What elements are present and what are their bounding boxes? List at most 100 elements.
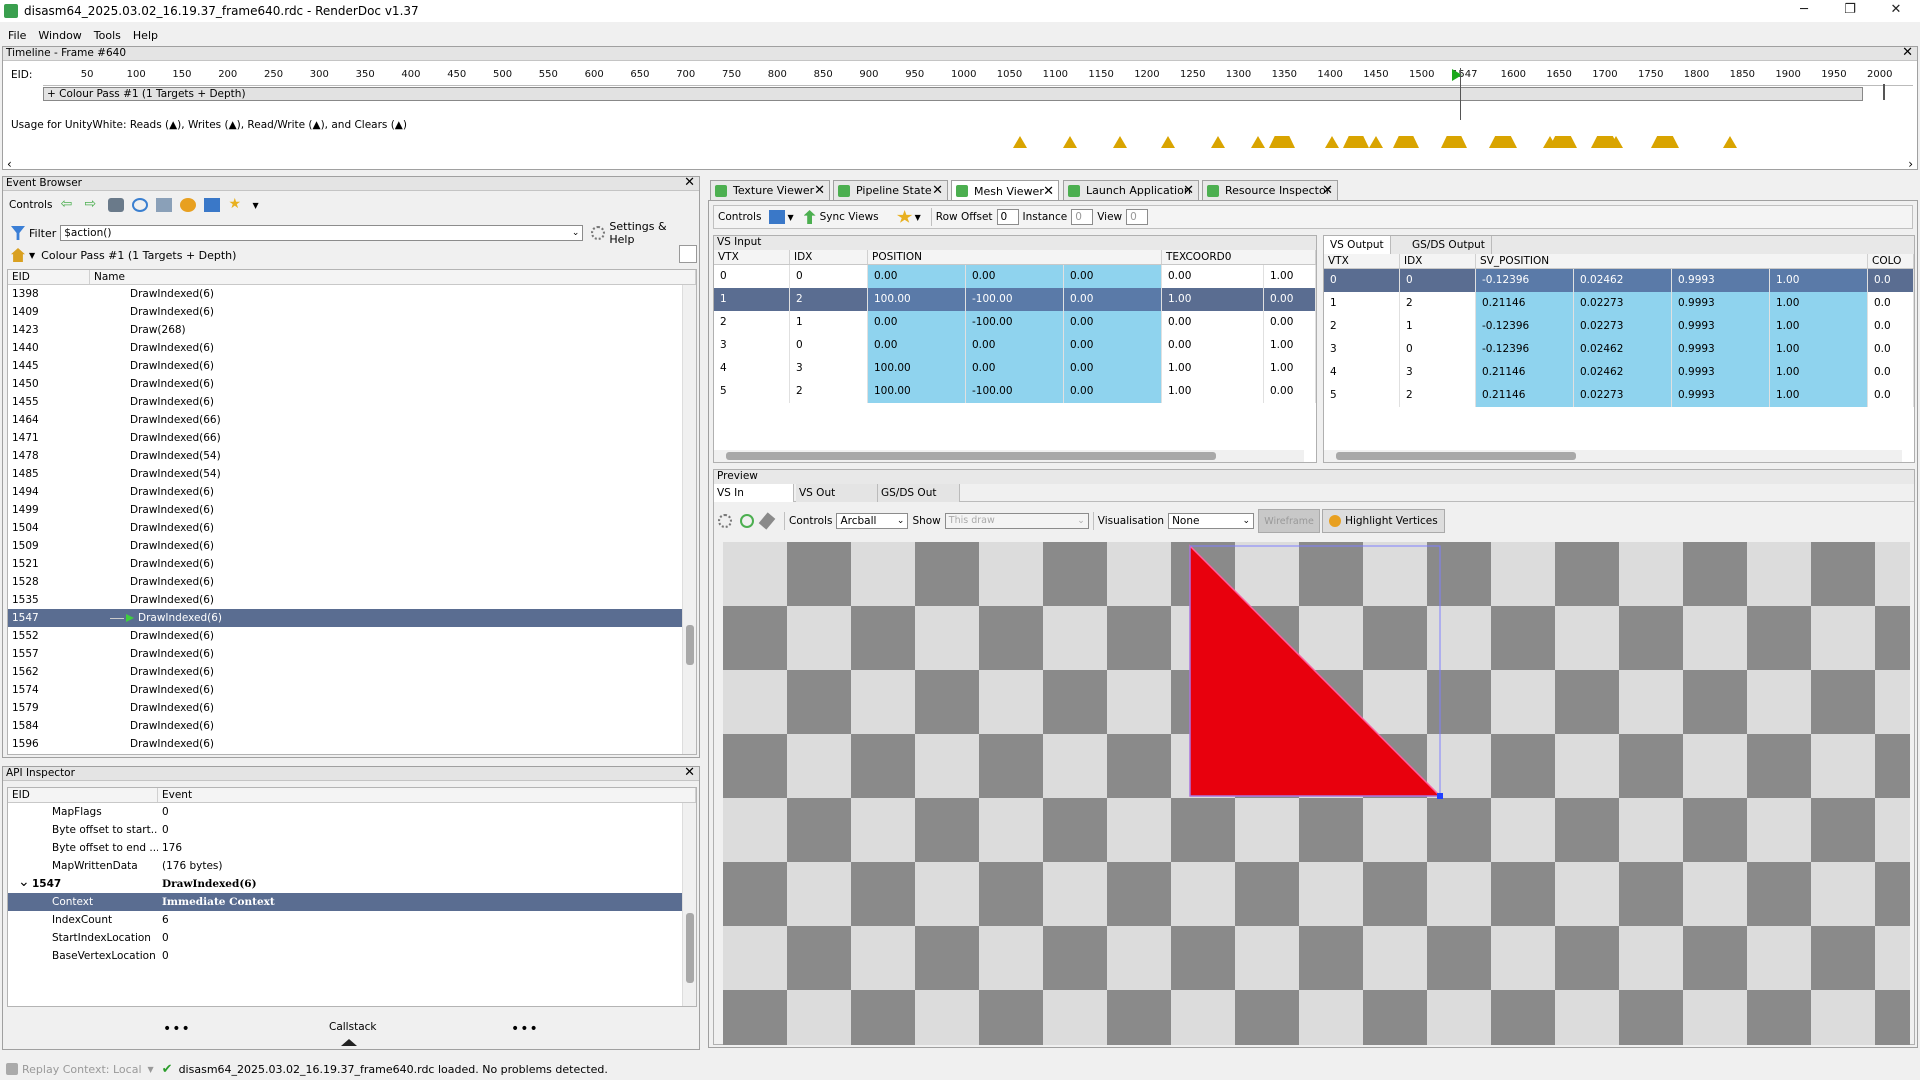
chevron-down-icon[interactable]: ▼ [148, 1065, 154, 1074]
usage-marker-icon[interactable] [1211, 136, 1225, 148]
export-save-icon[interactable] [769, 210, 786, 224]
column-options-icon[interactable] [896, 210, 913, 223]
callstack-expand-icon[interactable] [341, 1039, 357, 1046]
menu-tools[interactable]: Tools [94, 29, 121, 42]
scroll-left-icon[interactable]: ‹ [7, 157, 12, 171]
scrollbar-thumb[interactable] [1336, 452, 1576, 460]
api-row[interactable]: IndexCount 6 [8, 911, 696, 929]
close-icon[interactable]: ✕ [932, 183, 943, 198]
usage-marker-icon[interactable] [1161, 136, 1175, 148]
tab-vs-out[interactable]: VS Out [796, 484, 878, 502]
close-icon[interactable]: ✕ [1183, 183, 1194, 198]
mesh-row[interactable]: 4 3 0.21146 0.02462 0.9993 1.00 0.0 [1324, 361, 1914, 384]
close-icon[interactable]: ✕ [814, 183, 825, 198]
close-icon[interactable]: ✕ [1043, 184, 1054, 199]
event-list-scrollbar[interactable] [682, 285, 696, 754]
star-bookmark-icon[interactable]: ★ [228, 197, 244, 212]
menu-window[interactable]: Window [38, 29, 81, 42]
col-idx[interactable]: IDX [1400, 254, 1476, 268]
scrollbar-thumb[interactable] [686, 625, 694, 665]
event-row[interactable]: 1596 DrawIndexed(6) [8, 735, 696, 753]
event-row[interactable]: 1562 DrawIndexed(6) [8, 663, 696, 681]
usage-marker-icon[interactable] [1325, 136, 1339, 148]
callstack-label[interactable]: Callstack [329, 1021, 376, 1033]
tab-gs-ds-output[interactable]: GS/DS Output [1406, 236, 1492, 254]
breadcrumb-item-pass[interactable]: Colour Pass #1 (1 Targets + Depth) [41, 249, 236, 262]
chevron-down-icon[interactable]: ▼ [787, 213, 793, 222]
tab-pipeline-state[interactable]: Pipeline State ✕ [833, 180, 948, 200]
view-input[interactable]: 0 [1126, 209, 1149, 225]
scrollbar-thumb[interactable] [686, 913, 694, 983]
event-row[interactable]: 1557 DrawIndexed(6) [8, 645, 696, 663]
splitter-dots-right[interactable]: ••• [511, 1021, 539, 1037]
usage-marker-icon[interactable] [1251, 136, 1265, 148]
find-binoculars-icon[interactable] [108, 198, 125, 212]
minimize-button[interactable]: ─ [1784, 0, 1824, 22]
event-row[interactable]: 1499 DrawIndexed(6) [8, 501, 696, 519]
event-row[interactable]: 1423 Draw(268) [8, 321, 696, 339]
event-row[interactable]: 1504 DrawIndexed(6) [8, 519, 696, 537]
event-row[interactable]: 1450 DrawIndexed(6) [8, 375, 696, 393]
mesh-row[interactable]: 2 1 -0.12396 0.02273 0.9993 1.00 0.0 [1324, 315, 1914, 338]
usage-marker-icon[interactable] [1343, 136, 1369, 148]
chevron-down-icon[interactable]: ▼ [29, 251, 35, 260]
back-arrow-icon[interactable]: ⇦ [60, 197, 76, 212]
api-row[interactable]: Byte offset to start... 0 [8, 821, 696, 839]
chevron-down-icon[interactable]: ⌄ [572, 226, 580, 240]
gear-icon[interactable] [718, 514, 732, 528]
col-position[interactable]: POSITION [868, 250, 1162, 264]
event-row[interactable]: 1552 DrawIndexed(6) [8, 627, 696, 645]
api-row[interactable]: BaseVertexLocation 0 [8, 947, 696, 965]
event-row[interactable]: 1478 DrawIndexed(54) [8, 447, 696, 465]
camera-controls-select[interactable]: Arcball ⌄ [836, 513, 909, 529]
event-row[interactable]: 1398 DrawIndexed(6) [8, 285, 696, 303]
highlight-vertices-toggle[interactable]: Highlight Vertices [1322, 509, 1445, 533]
tab-texture-viewer[interactable]: Texture Viewer ✕ [710, 180, 830, 200]
bookmark-list-icon[interactable] [156, 198, 173, 212]
api-row[interactable]: MapWrittenData (176 bytes) [8, 857, 696, 875]
chevron-down-icon[interactable]: ⌄ [18, 875, 30, 889]
api-row[interactable]: Context Immediate Context [8, 893, 696, 911]
tab-vs-in[interactable]: VS In [714, 484, 794, 502]
usage-marker-icon[interactable] [1269, 136, 1295, 148]
close-icon[interactable]: ✕ [1902, 46, 1913, 59]
col-eid[interactable]: EID [8, 270, 90, 284]
replay-context[interactable]: Replay Context: Local [22, 1063, 142, 1076]
tab-launch-application[interactable]: Launch Application ✕ [1063, 180, 1199, 200]
event-row[interactable]: 1409 DrawIndexed(6) [8, 303, 696, 321]
event-row[interactable]: 1574 DrawIndexed(6) [8, 681, 696, 699]
edit-icon[interactable] [679, 245, 697, 263]
event-row[interactable]: 1445 DrawIndexed(6) [8, 357, 696, 375]
mesh-row[interactable]: 5 2 0.21146 0.02273 0.9993 1.00 0.0 [1324, 384, 1914, 407]
col-vtx[interactable]: VTX [1324, 254, 1400, 268]
filter-input[interactable]: $action() ⌄ [60, 225, 584, 241]
settings-help-button[interactable]: Settings & Help [609, 220, 695, 246]
timeline-ruler[interactable]: EID: 50 100 150 200 250 300 350 400 450 500 550 600… [3, 69, 1917, 86]
mesh-row[interactable]: 3 0 -0.12396 0.02462 0.9993 1.00 0.0 [1324, 338, 1914, 361]
event-row[interactable]: 1455 DrawIndexed(6) [8, 393, 696, 411]
event-row[interactable]: 1494 DrawIndexed(6) [8, 483, 696, 501]
time-clock-icon[interactable] [132, 198, 149, 212]
close-icon[interactable]: ✕ [684, 176, 695, 189]
col-idx[interactable]: IDX [790, 250, 868, 264]
api-row[interactable]: Byte offset to end ... 176 [8, 839, 696, 857]
usage-marker-icon[interactable] [1441, 136, 1467, 148]
pass-bar[interactable]: + Colour Pass #1 (1 Targets + Depth) [43, 68, 1885, 120]
menu-help[interactable]: Help [133, 29, 158, 42]
visualisation-select[interactable]: None ⌄ [1168, 513, 1255, 529]
chevron-down-icon[interactable]: ▼ [252, 201, 258, 210]
col-name[interactable]: Name [90, 270, 696, 284]
usage-marker-icon[interactable] [1489, 136, 1517, 148]
usage-marker-icon[interactable] [1013, 136, 1027, 148]
instance-input[interactable]: 0 [1071, 209, 1094, 225]
restore-button[interactable]: ❐ [1830, 0, 1870, 22]
vs-output-hscrollbar[interactable] [1324, 450, 1902, 462]
usage-marker-icon[interactable] [1113, 136, 1127, 148]
scroll-right-icon[interactable]: › [1908, 157, 1913, 171]
col-vtx[interactable]: VTX [714, 250, 790, 264]
event-row[interactable]: 1485 DrawIndexed(54) [8, 465, 696, 483]
col-texcoord0[interactable]: TEXCOORD0 [1162, 250, 1316, 264]
api-row[interactable]: MapFlags 0 [8, 803, 696, 821]
chevron-down-icon[interactable]: ▼ [915, 213, 921, 222]
event-row[interactable]: 1528 DrawIndexed(6) [8, 573, 696, 591]
